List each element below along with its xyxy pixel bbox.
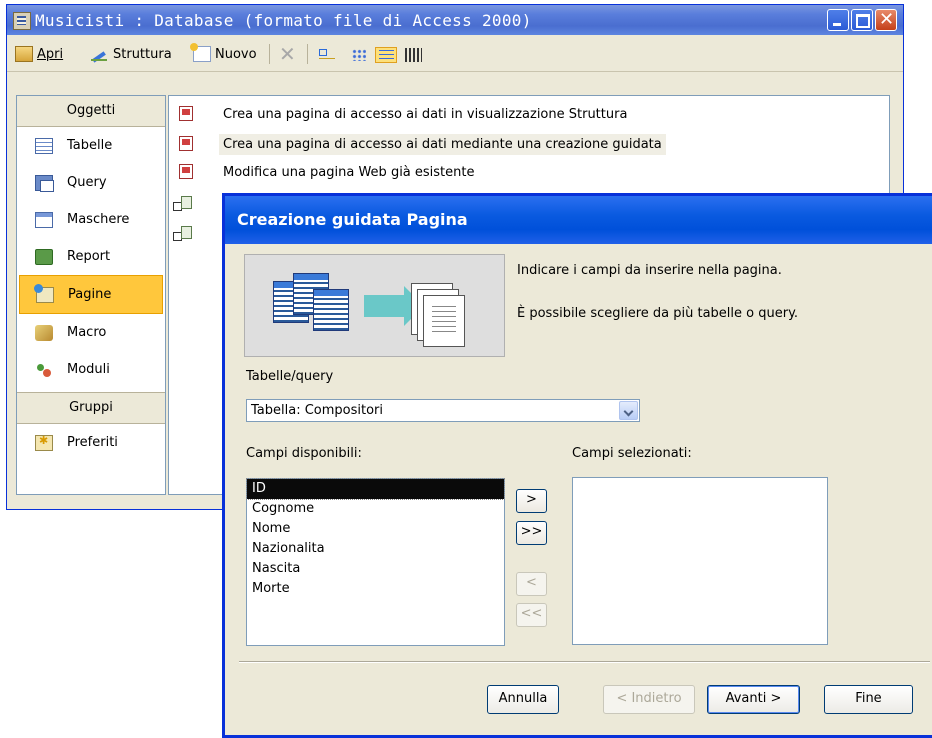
add-field-button[interactable]: > (516, 489, 547, 513)
table-icon (35, 137, 53, 154)
page-icon (34, 283, 54, 303)
remove-all-fields-button[interactable]: << (516, 603, 547, 627)
page-shortcut-icon[interactable] (173, 196, 193, 214)
object-label: Tabelle (67, 138, 113, 153)
wizard-title: Creazione guidata Pagina (237, 210, 468, 229)
large-icons-icon (319, 49, 327, 56)
small-icons-view-button[interactable] (349, 47, 371, 63)
database-title: Musicisti : Database (formato file di Ac… (35, 11, 532, 30)
field-item[interactable]: Nazionalita (247, 539, 504, 559)
small-icons-icon (352, 49, 366, 61)
minimize-button[interactable] (827, 9, 849, 31)
object-forms[interactable]: Maschere (17, 201, 165, 238)
edit-web-page-icon (179, 164, 193, 179)
object-label: Maschere (67, 212, 130, 227)
tables-query-value: Tabella: Compositori (251, 403, 383, 418)
field-item[interactable]: Cognome (247, 499, 504, 519)
object-label: Query (67, 175, 107, 190)
toolbar-separator (269, 44, 270, 64)
database-title-bar[interactable]: Musicisti : Database (formato file di Ac… (7, 5, 903, 35)
table-graphic-icon (313, 289, 349, 331)
maximize-button[interactable] (851, 9, 873, 31)
wizard-divider (239, 661, 930, 663)
arrow-icon (364, 286, 424, 326)
query-icon (35, 174, 54, 192)
tables-query-label: Tabelle/query (246, 369, 334, 384)
list-item-label: Crea una pagina di accesso ai dati media… (219, 133, 666, 155)
form-icon (35, 211, 53, 228)
finish-button[interactable]: Fine (824, 685, 913, 714)
next-button[interactable]: Avanti > (707, 685, 800, 714)
page-wizard-dialog: Creazione guidata Pagina Indicare i camp… (222, 193, 932, 738)
wizard-instruction: Indicare i campi da inserire nella pagin… (517, 263, 782, 278)
page-graphic-icon (423, 295, 465, 347)
tables-query-select[interactable]: Tabella: Compositori (246, 399, 640, 422)
delete-button[interactable]: ✕ (279, 42, 296, 66)
wizard-illustration (244, 254, 505, 357)
field-item[interactable]: ID (246, 478, 505, 500)
new-button[interactable]: Nuovo (190, 43, 257, 63)
object-label: Report (67, 249, 111, 264)
object-label: Macro (67, 325, 107, 340)
toolbar-separator (307, 44, 308, 64)
list-item-label: Modifica una pagina Web già esistente (223, 164, 475, 180)
database-toolbar: Apri Struttura Nuovo ✕ (7, 35, 903, 72)
design-button[interactable]: Struttura (91, 45, 172, 63)
objects-header[interactable]: Oggetti (17, 96, 165, 127)
field-item[interactable]: Nome (247, 519, 504, 539)
chevron-down-icon[interactable] (619, 401, 638, 420)
list-view-button[interactable] (375, 47, 397, 63)
module-icon (35, 362, 53, 378)
new-icon (190, 43, 211, 62)
selected-fields-list[interactable] (572, 477, 828, 645)
close-icon: ✕ (879, 9, 895, 30)
create-page-wizard-icon (179, 136, 193, 151)
group-label: Preferiti (67, 435, 118, 450)
delete-icon: ✕ (279, 42, 296, 66)
report-icon (35, 248, 53, 265)
macro-icon (35, 324, 53, 341)
favorites-icon (35, 434, 53, 451)
design-label: Struttura (113, 46, 172, 62)
wizard-title-bar[interactable]: Creazione guidata Pagina (225, 196, 932, 244)
remove-field-button[interactable]: < (516, 572, 547, 596)
objects-bar: Oggetti Tabelle Query Maschere Report Pa… (16, 95, 166, 495)
new-label: Nuovo (215, 46, 257, 62)
selected-fields-label: Campi selezionati: (572, 446, 692, 461)
close-button[interactable]: ✕ (875, 9, 897, 31)
open-label: Apri (37, 46, 64, 62)
details-view-button[interactable] (403, 47, 425, 63)
field-item[interactable]: Morte (247, 579, 504, 599)
page-shortcut-icon[interactable] (173, 226, 193, 244)
create-page-design-icon (179, 106, 193, 121)
database-icon (13, 12, 31, 30)
open-icon (15, 46, 33, 62)
object-label: Pagine (68, 287, 112, 302)
cancel-button[interactable]: Annulla (487, 685, 559, 714)
design-icon (91, 46, 109, 62)
large-icons-view-button[interactable] (317, 47, 339, 63)
available-fields-label: Campi disponibili: (246, 446, 362, 461)
list-item-label: Crea una pagina di accesso ai dati in vi… (223, 106, 628, 122)
add-all-fields-button[interactable]: >> (516, 521, 547, 545)
wizard-hint: È possibile scegliere da più tabelle o q… (517, 306, 799, 321)
list-view-icon (379, 50, 394, 61)
object-reports[interactable]: Report (17, 238, 165, 275)
open-button[interactable]: Apri (15, 45, 63, 63)
group-favorites[interactable]: Preferiti (17, 424, 165, 461)
groups-header[interactable]: Gruppi (17, 392, 165, 424)
object-queries[interactable]: Query (17, 164, 165, 201)
object-label: Moduli (67, 362, 110, 377)
object-macros[interactable]: Macro (17, 314, 165, 351)
back-button[interactable]: < Indietro (603, 685, 695, 714)
object-pages[interactable]: Pagine (19, 275, 163, 314)
object-tables[interactable]: Tabelle (17, 127, 165, 164)
object-modules[interactable]: Moduli (17, 351, 165, 388)
field-item[interactable]: Nascita (247, 559, 504, 579)
available-fields-list[interactable]: ID Cognome Nome Nazionalita Nascita Mort… (246, 478, 505, 646)
large-icons-underline (319, 58, 335, 59)
details-view-icon (405, 48, 422, 62)
